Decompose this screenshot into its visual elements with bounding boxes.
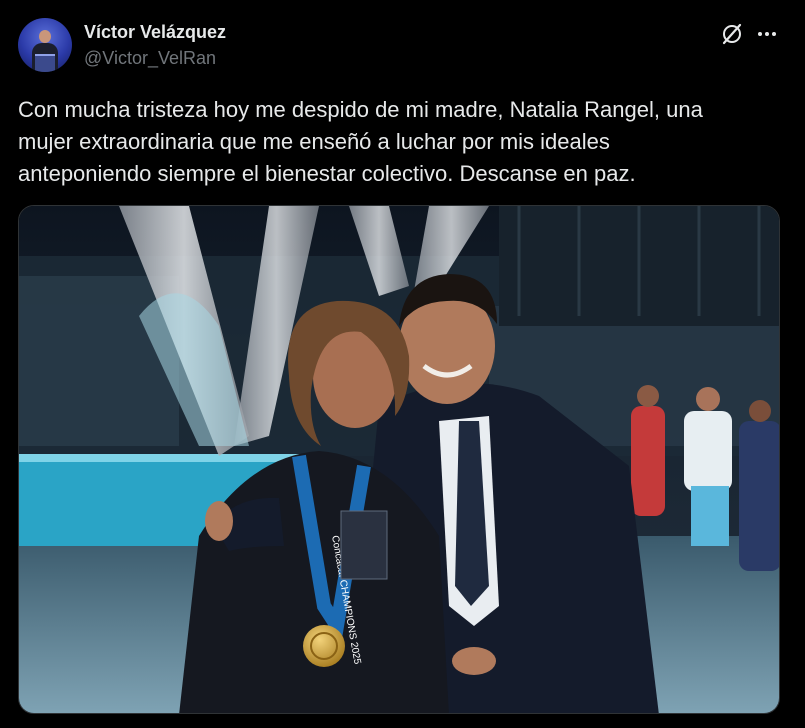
grok-button[interactable]	[718, 20, 746, 48]
display-name[interactable]: Víctor Velázquez	[84, 20, 226, 44]
gold-medal	[303, 625, 345, 667]
tweet-post: Víctor Velázquez @Victor_VelRan Con much…	[0, 0, 805, 728]
more-options-button[interactable]	[752, 20, 782, 48]
credential-badge	[340, 510, 388, 580]
grok-icon	[722, 23, 742, 45]
tweet-photo[interactable]: Concacaf CHAMPIONS 2025	[18, 205, 780, 714]
user-handle[interactable]: @Victor_VelRan	[84, 46, 226, 70]
more-horizontal-icon	[758, 32, 776, 36]
avatar-lectern	[35, 54, 55, 72]
avatar-figure-head	[39, 30, 51, 43]
user-info: Víctor Velázquez @Victor_VelRan	[84, 20, 226, 70]
photo-illustration: Concacaf CHAMPIONS 2025	[19, 206, 779, 713]
tweet-text: Con mucha tristeza hoy me despido de mi …	[18, 97, 703, 186]
avatar[interactable]	[18, 18, 72, 72]
